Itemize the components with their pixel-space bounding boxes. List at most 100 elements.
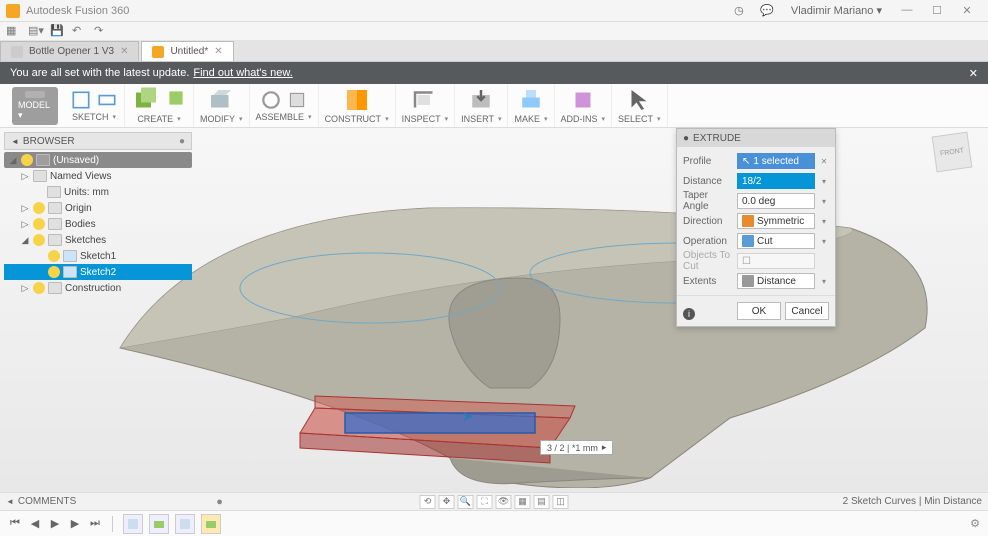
- cancel-button[interactable]: Cancel: [785, 302, 829, 320]
- maximize-button[interactable]: ☐: [922, 4, 952, 17]
- title-bar: Autodesk Fusion 360 ◷ 💬 Vladimir Mariano…: [0, 0, 988, 22]
- view-cube[interactable]: FRONT: [934, 134, 978, 178]
- select-icon[interactable]: [624, 87, 654, 113]
- dimension-input[interactable]: 3 / 2 | *1 mm▸: [540, 440, 613, 455]
- notifications-icon[interactable]: 💬: [755, 2, 779, 20]
- browser-header[interactable]: ◄BROWSER ●: [4, 132, 192, 150]
- extrude-dialog: ● EXTRUDE Profile ↖ 1 selected ✕ Distanc…: [676, 128, 836, 327]
- taper-input[interactable]: 0.0 deg: [737, 193, 815, 209]
- close-button[interactable]: ✕: [952, 4, 982, 17]
- ribbon-label[interactable]: INSPECT: [402, 114, 449, 124]
- sketch-rect-icon[interactable]: [96, 89, 118, 111]
- display-icon[interactable]: ▦: [515, 495, 531, 509]
- timeline-next-icon[interactable]: ▶: [68, 517, 82, 531]
- workspace-switcher[interactable]: MODEL ▾: [6, 84, 64, 127]
- manipulator-arrow-icon[interactable]: ➤: [462, 408, 474, 425]
- construct-icon[interactable]: [342, 87, 372, 113]
- grid-menu-icon[interactable]: ▦: [6, 24, 20, 38]
- banner-link[interactable]: Find out what's new.: [193, 67, 292, 79]
- dialog-header[interactable]: ● EXTRUDE: [677, 129, 835, 147]
- info-icon[interactable]: i: [683, 308, 695, 320]
- banner-text: You are all set with the latest update.: [10, 67, 189, 79]
- ribbon-label[interactable]: SKETCH: [72, 112, 116, 122]
- browser-tree: ◢ (Unsaved) ▷Named Views Units: mm ▷Orig…: [4, 150, 192, 298]
- user-menu[interactable]: Vladimir Mariano ▾: [791, 4, 882, 17]
- extrude-icon[interactable]: [131, 87, 161, 113]
- extents-select[interactable]: Distance: [737, 273, 815, 289]
- orbit-icon[interactable]: ⟲: [420, 495, 436, 509]
- ribbon-group-addins: ADD-INS: [555, 84, 613, 127]
- ribbon-group-make: MAKE: [508, 84, 554, 127]
- pin-icon[interactable]: ●: [179, 136, 185, 147]
- profile-selector[interactable]: ↖ 1 selected: [737, 153, 815, 169]
- tree-item[interactable]: ▷Bodies: [4, 216, 192, 232]
- updates-icon[interactable]: ◷: [727, 2, 751, 20]
- timeline-feature[interactable]: [175, 514, 195, 534]
- modify-icon[interactable]: [206, 87, 236, 113]
- make-icon[interactable]: [516, 87, 546, 113]
- grid-icon[interactable]: ▤: [534, 495, 550, 509]
- addins-icon[interactable]: [568, 87, 598, 113]
- look-icon[interactable]: 👁: [496, 495, 512, 509]
- ribbon-label[interactable]: CREATE: [137, 114, 180, 124]
- create-icon[interactable]: [165, 87, 187, 109]
- document-tab[interactable]: Untitled* ✕: [141, 41, 233, 61]
- timeline-feature[interactable]: [123, 514, 143, 534]
- pin-icon[interactable]: ●: [216, 496, 223, 508]
- ribbon-label[interactable]: MODIFY: [200, 114, 243, 124]
- direction-select[interactable]: Symmetric: [737, 213, 815, 229]
- timeline-feature[interactable]: [201, 514, 221, 534]
- ribbon-group-create: CREATE: [125, 84, 194, 127]
- clear-selection-icon[interactable]: ✕: [819, 157, 829, 166]
- close-tab-icon[interactable]: ✕: [120, 46, 128, 57]
- close-tab-icon[interactable]: ✕: [214, 46, 222, 57]
- viewports-icon[interactable]: ◫: [553, 495, 569, 509]
- ribbon-label[interactable]: INSERT: [461, 114, 501, 124]
- save-icon[interactable]: 💾: [50, 24, 64, 38]
- tree-item-sketch-selected[interactable]: Sketch2: [4, 264, 192, 280]
- tree-item[interactable]: ◢Sketches: [4, 232, 192, 248]
- sketch-line-icon[interactable]: [70, 89, 92, 111]
- dialog-row-operation: Operation Cut ▾: [683, 231, 829, 251]
- distance-input[interactable]: 18/2: [737, 173, 815, 189]
- viewport[interactable]: ➤ 3 / 2 | *1 mm▸ FRONT ◄BROWSER ● ◢ (Uns…: [0, 128, 988, 492]
- ok-button[interactable]: OK: [737, 302, 781, 320]
- view-cube-face[interactable]: FRONT: [932, 132, 973, 173]
- fit-icon[interactable]: ⛶: [477, 495, 493, 509]
- ribbon-label[interactable]: MAKE: [514, 114, 547, 124]
- timeline-feature[interactable]: [149, 514, 169, 534]
- zoom-icon[interactable]: 🔍: [458, 495, 474, 509]
- ribbon-label[interactable]: ASSEMBLE: [256, 112, 312, 122]
- inspect-icon[interactable]: [410, 87, 440, 113]
- tree-root[interactable]: ◢ (Unsaved): [4, 152, 192, 168]
- insert-icon[interactable]: [466, 87, 496, 113]
- undo-icon[interactable]: ↶: [72, 24, 86, 38]
- pan-icon[interactable]: ✥: [439, 495, 455, 509]
- dialog-row-objects: Objects To Cut ☐: [683, 251, 829, 271]
- tree-item[interactable]: ▷Origin: [4, 200, 192, 216]
- timeline-end-icon[interactable]: ⏭: [88, 517, 102, 531]
- objects-checkbox: ☐: [737, 253, 815, 269]
- timeline-prev-icon[interactable]: ◀: [28, 517, 42, 531]
- ribbon-label[interactable]: ADD-INS: [561, 114, 606, 124]
- doc-icon: [11, 46, 23, 58]
- tree-item[interactable]: ▷Construction: [4, 280, 192, 296]
- ribbon-label[interactable]: CONSTRUCT: [325, 114, 389, 124]
- assemble-icon[interactable]: [260, 89, 282, 111]
- timeline-start-icon[interactable]: ⏮: [8, 517, 22, 531]
- tree-item[interactable]: ▷Named Views: [4, 168, 192, 184]
- minimize-button[interactable]: —: [892, 4, 922, 17]
- comments-label[interactable]: COMMENTS: [18, 496, 76, 507]
- assemble-icon-2[interactable]: [286, 89, 308, 111]
- dialog-row-direction: Direction Symmetric ▾: [683, 211, 829, 231]
- file-menu-icon[interactable]: ▤▾: [28, 24, 42, 38]
- redo-icon[interactable]: ↷: [94, 24, 108, 38]
- banner-close-icon[interactable]: ✕: [969, 67, 978, 80]
- timeline-play-icon[interactable]: ▶: [48, 517, 62, 531]
- document-tab[interactable]: Bottle Opener 1 V3 ✕: [0, 41, 139, 61]
- timeline-settings-icon[interactable]: ⚙: [970, 517, 980, 530]
- operation-select[interactable]: Cut: [737, 233, 815, 249]
- tree-item-sketch[interactable]: Sketch1: [4, 248, 192, 264]
- ribbon-label[interactable]: SELECT: [618, 114, 661, 124]
- tree-item[interactable]: Units: mm: [4, 184, 192, 200]
